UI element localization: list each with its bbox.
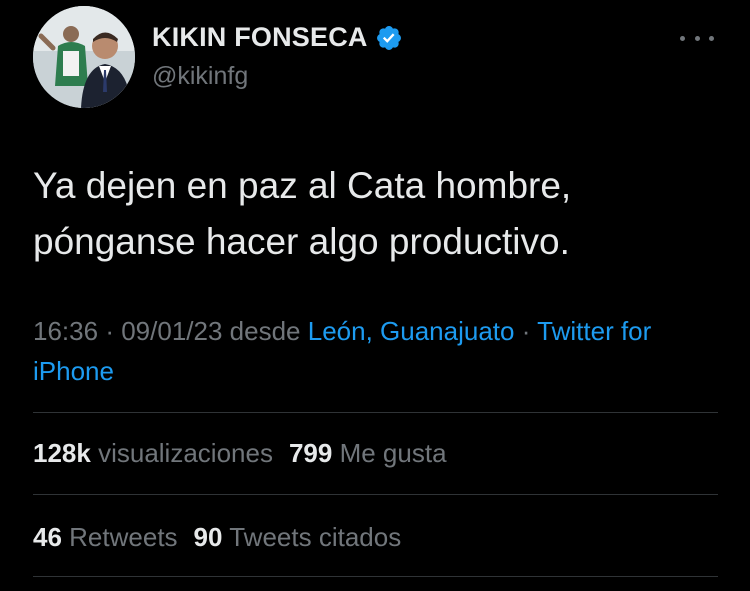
- divider: [33, 412, 718, 413]
- likes-stat[interactable]: 799 Me gusta: [289, 438, 447, 468]
- tweet-text: Ya dejen en paz al Cata hombre, pónganse…: [33, 158, 723, 270]
- tweet-metadata: 16:36 · 09/01/23 desde León, Guanajuato …: [33, 311, 723, 391]
- retweets-stat[interactable]: 46 Retweets: [33, 522, 178, 552]
- quotes-label: Tweets citados: [229, 522, 402, 552]
- quotes-count: 90: [193, 522, 223, 552]
- more-dot: [694, 35, 700, 41]
- stats-row-views-likes: 128k visualizaciones 799 Me gusta: [33, 438, 447, 469]
- tweet-text-line: Ya dejen en paz al Cata hombre,: [33, 165, 572, 206]
- views-label: visualizaciones: [98, 438, 273, 468]
- more-dot: [709, 35, 714, 41]
- user-handle[interactable]: @kikinfg: [152, 62, 248, 91]
- likes-label: Me gusta: [339, 438, 447, 468]
- separator: ·: [105, 316, 114, 346]
- quotes-stat[interactable]: 90 Tweets citados: [194, 522, 402, 552]
- location-link[interactable]: León, Guanajuato: [308, 316, 515, 346]
- avatar[interactable]: [33, 6, 135, 108]
- divider: [33, 576, 718, 577]
- likes-count: 799: [288, 438, 333, 468]
- divider: [33, 494, 718, 495]
- views-stat[interactable]: 128k visualizaciones: [33, 438, 273, 468]
- tweet-time[interactable]: 16:36: [33, 316, 98, 346]
- avatar-image: [33, 6, 135, 108]
- tweet-text-line: pónganse hacer algo productivo.: [33, 221, 570, 262]
- stats-row-retweets-quotes: 46 Retweets 90 Tweets citados: [33, 522, 401, 553]
- author-name-row[interactable]: KIKIN FONSECA: [152, 22, 403, 53]
- retweets-count: 46: [33, 522, 62, 552]
- display-name[interactable]: KIKIN FONSECA: [152, 22, 368, 53]
- from-label: desde: [229, 316, 301, 346]
- more-dot: [680, 35, 685, 41]
- tweet-date[interactable]: 09/01/23: [121, 316, 222, 346]
- more-options-icon[interactable]: [680, 28, 714, 48]
- retweets-label: Retweets: [69, 522, 178, 552]
- separator: ·: [521, 316, 531, 346]
- verified-badge-icon: [375, 24, 403, 52]
- views-count: 128k: [33, 438, 91, 468]
